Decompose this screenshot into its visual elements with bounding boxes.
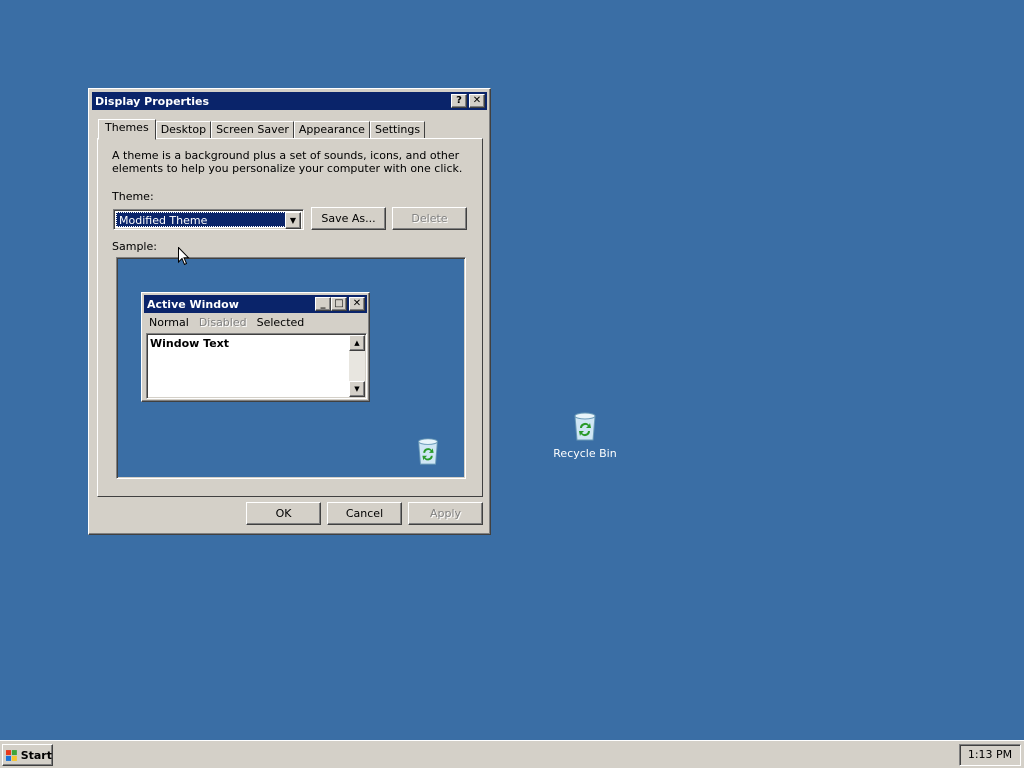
tab-desktop[interactable]: Desktop	[155, 121, 212, 139]
menu-disabled: Disabled	[198, 315, 247, 329]
chevron-down-icon[interactable]: ▼	[285, 212, 301, 229]
help-button[interactable]: ?	[451, 94, 467, 108]
sample-label: Sample:	[112, 240, 157, 253]
apply-button[interactable]: Apply	[408, 502, 483, 525]
recycle-bin-icon	[418, 438, 438, 465]
ok-button[interactable]: OK	[246, 502, 321, 525]
display-properties-dialog: Display Properties ? ✕ Themes Desktop Sc…	[88, 88, 491, 535]
recycle-bin-desktop-icon[interactable]: Recycle Bin	[550, 410, 620, 460]
close-button[interactable]: ✕	[469, 94, 485, 108]
window-text: Window Text	[150, 337, 230, 350]
sample-active-window: Active Window _ □ ✕ Normal Disabled Sele…	[141, 292, 370, 402]
theme-label: Theme:	[112, 190, 154, 203]
recycle-bin-label: Recycle Bin	[553, 447, 617, 460]
sample-text-area: Window Text ▲ ▼	[146, 333, 367, 399]
menu-selected: Selected	[256, 315, 305, 329]
sample-window-titlebar: Active Window _ □ ✕	[144, 295, 367, 313]
sample-scrollbar: ▲ ▼	[349, 335, 365, 397]
scroll-up-icon: ▲	[349, 335, 365, 351]
scroll-down-icon: ▼	[349, 381, 365, 397]
start-label: Start	[20, 748, 52, 762]
recycle-bin-icon	[574, 412, 596, 441]
maximize-icon: □	[331, 297, 347, 311]
mouse-cursor-icon	[178, 247, 190, 266]
windows-logo-icon	[6, 749, 17, 761]
theme-select-value: Modified Theme	[116, 212, 286, 227]
theme-select[interactable]: Modified Theme ▼	[113, 209, 304, 230]
start-button[interactable]: Start	[2, 744, 53, 766]
tab-themes[interactable]: Themes	[98, 119, 156, 140]
cancel-button[interactable]: Cancel	[327, 502, 402, 525]
minimize-icon: _	[315, 297, 331, 311]
sample-menu-bar: Normal Disabled Selected	[144, 313, 367, 331]
tab-screen-saver[interactable]: Screen Saver	[211, 121, 294, 139]
save-as-button[interactable]: Save As...	[311, 207, 386, 230]
theme-description: A theme is a background plus a set of so…	[112, 149, 463, 175]
close-icon: ✕	[349, 297, 365, 311]
delete-button[interactable]: Delete	[392, 207, 467, 230]
tab-appearance[interactable]: Appearance	[293, 121, 370, 139]
taskbar: Start 1:13 PM	[0, 740, 1024, 768]
sample-preview: Active Window _ □ ✕ Normal Disabled Sele…	[116, 257, 466, 479]
tab-settings[interactable]: Settings	[369, 121, 426, 139]
dialog-title: Display Properties	[95, 94, 210, 108]
dialog-titlebar[interactable]: Display Properties ? ✕	[92, 92, 487, 110]
tab-strip: Themes Desktop Screen Saver Appearance S…	[98, 119, 426, 140]
sample-window-title: Active Window	[147, 297, 239, 311]
system-tray-clock[interactable]: 1:13 PM	[959, 744, 1021, 766]
themes-panel: A theme is a background plus a set of so…	[97, 138, 483, 497]
menu-normal: Normal	[149, 315, 189, 329]
